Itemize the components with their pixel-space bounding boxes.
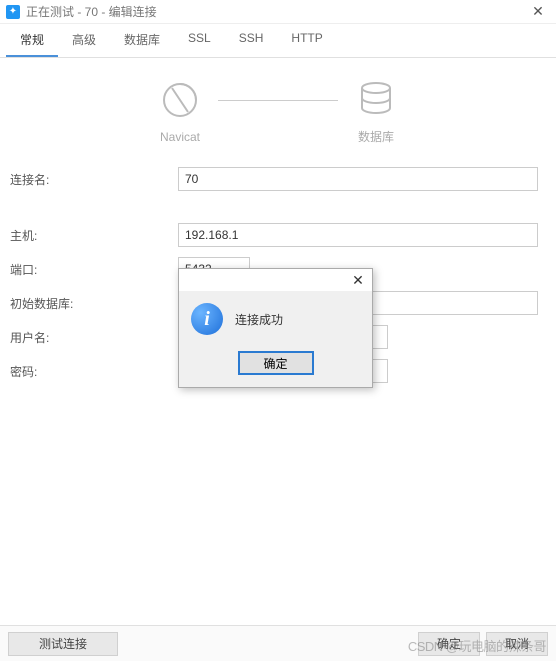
port-label: 端口: bbox=[8, 261, 178, 278]
tab-advanced[interactable]: 高级 bbox=[58, 24, 110, 57]
app-icon: ✦ bbox=[6, 5, 20, 19]
connection-diagram: Navicat 数据库 bbox=[8, 76, 548, 145]
tab-http[interactable]: HTTP bbox=[277, 24, 336, 57]
ok-button[interactable]: 确定 bbox=[418, 632, 480, 656]
window-title: 正在测试 - 70 - 编辑连接 bbox=[26, 3, 157, 20]
info-icon: i bbox=[191, 303, 223, 335]
tab-ssh[interactable]: SSH bbox=[225, 24, 278, 57]
dialog-titlebar: ✕ bbox=[179, 269, 372, 291]
initial-db-label: 初始数据库: bbox=[8, 295, 178, 312]
database-icon bbox=[354, 76, 398, 120]
diagram-server: 数据库 bbox=[354, 76, 398, 145]
dialog-close-button[interactable]: ✕ bbox=[348, 272, 368, 289]
diagram-client-label: Navicat bbox=[160, 130, 200, 144]
cancel-button[interactable]: 取消 bbox=[486, 632, 548, 656]
window-close-button[interactable]: ✕ bbox=[526, 3, 550, 20]
dialog-message: 连接成功 bbox=[235, 303, 283, 328]
host-label: 主机: bbox=[8, 227, 178, 244]
navicat-icon bbox=[158, 78, 202, 122]
tab-general[interactable]: 常规 bbox=[6, 24, 58, 57]
window-titlebar: ✦ 正在测试 - 70 - 编辑连接 ✕ bbox=[0, 0, 556, 24]
result-dialog: ✕ i 连接成功 确定 bbox=[178, 268, 373, 388]
test-connection-button[interactable]: 测试连接 bbox=[8, 632, 118, 656]
username-label: 用户名: bbox=[8, 329, 178, 346]
diagram-connector-line bbox=[218, 100, 338, 101]
diagram-server-label: 数据库 bbox=[358, 128, 394, 145]
host-input[interactable] bbox=[178, 223, 538, 247]
password-label: 密码: bbox=[8, 363, 178, 380]
footer-bar: 测试连接 确定 取消 bbox=[0, 625, 556, 661]
tab-database[interactable]: 数据库 bbox=[110, 24, 174, 57]
diagram-client: Navicat bbox=[158, 78, 202, 144]
conn-name-input[interactable] bbox=[178, 167, 538, 191]
tab-ssl[interactable]: SSL bbox=[174, 24, 225, 57]
conn-name-label: 连接名: bbox=[8, 171, 178, 188]
dialog-ok-button[interactable]: 确定 bbox=[238, 351, 314, 375]
tab-bar: 常规 高级 数据库 SSL SSH HTTP bbox=[0, 24, 556, 58]
